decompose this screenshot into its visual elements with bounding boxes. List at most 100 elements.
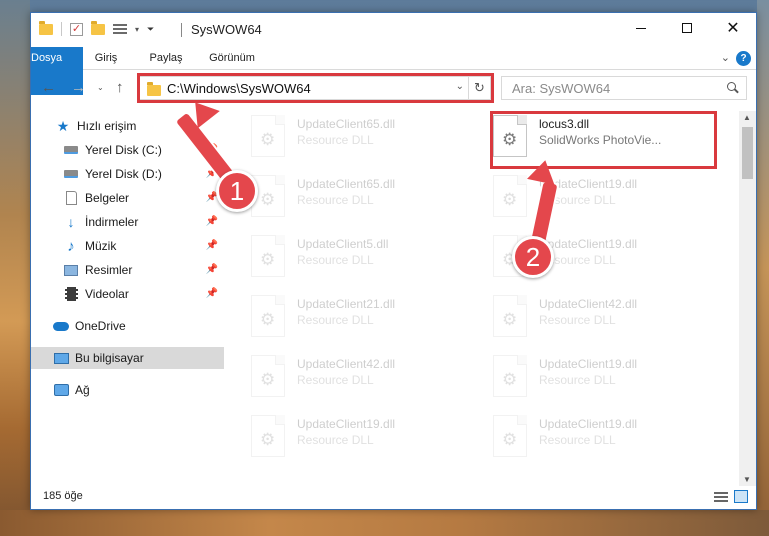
dll-file-icon: ⚙ [251, 415, 285, 457]
file-highlight-box [490, 111, 717, 169]
tiles-view-icon[interactable] [734, 490, 748, 503]
tab-home[interactable]: Giriş [83, 47, 129, 70]
sidebar-item-label: Ağ [75, 383, 90, 397]
file-name: UpdateClient19.dll [539, 357, 638, 371]
file-description: Resource DLL [297, 373, 374, 387]
file-name: UpdateClient42.dll [297, 357, 396, 371]
desktop-background-left [0, 0, 30, 536]
view-properties-icon[interactable] [113, 23, 127, 35]
explorer-window: ✓ ▾ ⏷ SysWOW64 ✕ Dosya Giriş Paylaş Görü… [30, 12, 757, 510]
network-icon [53, 382, 69, 398]
minimize-button[interactable] [618, 13, 664, 43]
dll-file-icon: ⚙ [493, 415, 527, 457]
file-item[interactable]: ⚙ UpdateClient19.dll Resource DLL [251, 415, 471, 463]
sidebar-item-documents[interactable]: Belgeler 📌 [31, 187, 224, 209]
chevron-down-icon[interactable]: ⌄ [721, 51, 730, 64]
toolbar-separator [61, 22, 62, 36]
download-arrow-icon: ↓ [67, 214, 75, 230]
sidebar-item-music[interactable]: ♪ Müzik 📌 [31, 235, 224, 257]
forward-arrow-icon[interactable]: → [71, 79, 86, 96]
file-description: Resource DLL [297, 253, 374, 267]
tab-share[interactable]: Paylaş [139, 47, 193, 70]
maximize-icon [682, 23, 692, 33]
sidebar-item-local-disk-d[interactable]: Yerel Disk (D:) 📌 [31, 163, 224, 185]
file-item[interactable]: ⚙ UpdateClient5.dll Resource DLL [251, 235, 471, 283]
file-name: UpdateClient42.dll [539, 297, 638, 311]
new-folder-icon[interactable] [91, 20, 105, 35]
computer-icon [53, 350, 69, 366]
quick-access-toolbar: ✓ ▾ ⏷ [39, 20, 154, 36]
file-item[interactable]: ⚙ UpdateClient19.dll Resource DLL [493, 415, 713, 463]
sidebar-item-label: Müzik [85, 239, 117, 253]
step-badge-2: 2 [512, 236, 554, 278]
scroll-down-icon[interactable]: ▼ [743, 475, 751, 484]
sidebar-item-network[interactable]: Ağ [31, 379, 224, 401]
status-bar: 185 öğe [31, 485, 756, 509]
dll-file-icon: ⚙ [251, 295, 285, 337]
sidebar-item-pictures[interactable]: Resimler 📌 [31, 259, 224, 281]
scroll-thumb[interactable] [742, 127, 753, 179]
film-icon [63, 286, 79, 302]
sidebar-item-label: İndirmeler [85, 215, 139, 229]
file-item[interactable]: ⚙ UpdateClient65.dll Resource DLL [251, 115, 471, 163]
scroll-up-icon[interactable]: ▲ [743, 113, 751, 122]
file-item[interactable]: ⚙ UpdateClient42.dll Resource DLL [493, 295, 713, 343]
sidebar-item-downloads[interactable]: ↓ İndirmeler 📌 [31, 211, 224, 233]
picture-icon [63, 262, 79, 278]
search-icon[interactable] [727, 82, 739, 94]
file-description: Resource DLL [539, 433, 616, 447]
recent-locations-icon[interactable]: ⌄ [97, 83, 104, 92]
pin-icon[interactable]: 📌 [206, 240, 218, 251]
disk-icon [63, 142, 79, 158]
sidebar-item-label: Belgeler [85, 191, 130, 205]
pin-icon[interactable]: 📌 [206, 264, 218, 275]
minimize-icon [636, 27, 646, 29]
sidebar-item-videos[interactable]: Videolar 📌 [31, 283, 224, 305]
dll-file-icon: ⚙ [493, 175, 527, 217]
pin-icon[interactable]: 📌 [206, 216, 218, 227]
properties-check-icon[interactable]: ✓ [70, 22, 83, 36]
ribbon-tabs: Dosya Giriş Paylaş Görünüm ⌄ ? [31, 47, 756, 95]
file-description: Resource DLL [297, 433, 374, 447]
file-item[interactable]: ⚙ UpdateClient21.dll Resource DLL [251, 295, 471, 343]
file-name: UpdateClient19.dll [539, 237, 638, 251]
search-input[interactable]: Ara: SysWOW64 [512, 81, 610, 96]
disk-icon [63, 166, 79, 182]
customize-toolbar-icon[interactable]: ⏷ [147, 24, 154, 35]
details-view-icon[interactable] [714, 491, 728, 503]
search-box[interactable]: Ara: SysWOW64 [501, 76, 747, 100]
document-icon [63, 190, 79, 206]
file-name: UpdateClient19.dll [297, 417, 396, 431]
file-description: Resource DLL [297, 133, 374, 147]
file-description: Resource DLL [539, 373, 616, 387]
file-name: UpdateClient65.dll [297, 177, 396, 191]
desktop-background-bottom [0, 510, 769, 536]
file-item[interactable]: ⚙ UpdateClient19.dll Resource DLL [493, 175, 713, 223]
back-arrow-icon[interactable]: ← [41, 79, 56, 96]
up-arrow-icon[interactable]: ↑ [116, 79, 124, 96]
vertical-scrollbar[interactable]: ▲ ▼ [739, 111, 756, 486]
help-icon[interactable]: ? [736, 51, 751, 66]
maximize-button[interactable] [664, 13, 710, 43]
file-name: UpdateClient65.dll [297, 117, 396, 131]
sidebar-item-onedrive[interactable]: OneDrive [31, 315, 224, 337]
file-item[interactable]: ⚙ UpdateClient65.dll Resource DLL [251, 175, 471, 223]
music-note-icon: ♪ [67, 237, 75, 255]
sidebar-item-label: Yerel Disk (C:) [85, 143, 162, 157]
title-bar: ✓ ▾ ⏷ SysWOW64 ✕ [31, 13, 756, 47]
file-item[interactable]: ⚙ UpdateClient19.dll Resource DLL [493, 355, 713, 403]
file-description: Resource DLL [297, 313, 374, 327]
sidebar-item-this-pc[interactable]: Bu bilgisayar [31, 347, 224, 369]
close-button[interactable]: ✕ [710, 13, 756, 43]
folder-icon[interactable] [39, 20, 53, 35]
star-icon: ★ [56, 117, 70, 134]
item-count: 185 öğe [43, 490, 83, 502]
pin-icon[interactable]: 📌 [206, 288, 218, 299]
caret-down-icon[interactable]: ▾ [135, 25, 139, 34]
tab-view[interactable]: Görünüm [201, 47, 263, 70]
file-item[interactable]: ⚙ UpdateClient42.dll Resource DLL [251, 355, 471, 403]
sidebar-item-label: Resimler [85, 263, 133, 277]
sidebar-item-label: OneDrive [75, 319, 126, 333]
navigation-bar: ← → ⌄ ↑ C:\Windows\SysWOW64 ⌄ ↻ Ara: Sys… [31, 71, 756, 105]
sidebar-item-label: Videolar [85, 287, 129, 301]
